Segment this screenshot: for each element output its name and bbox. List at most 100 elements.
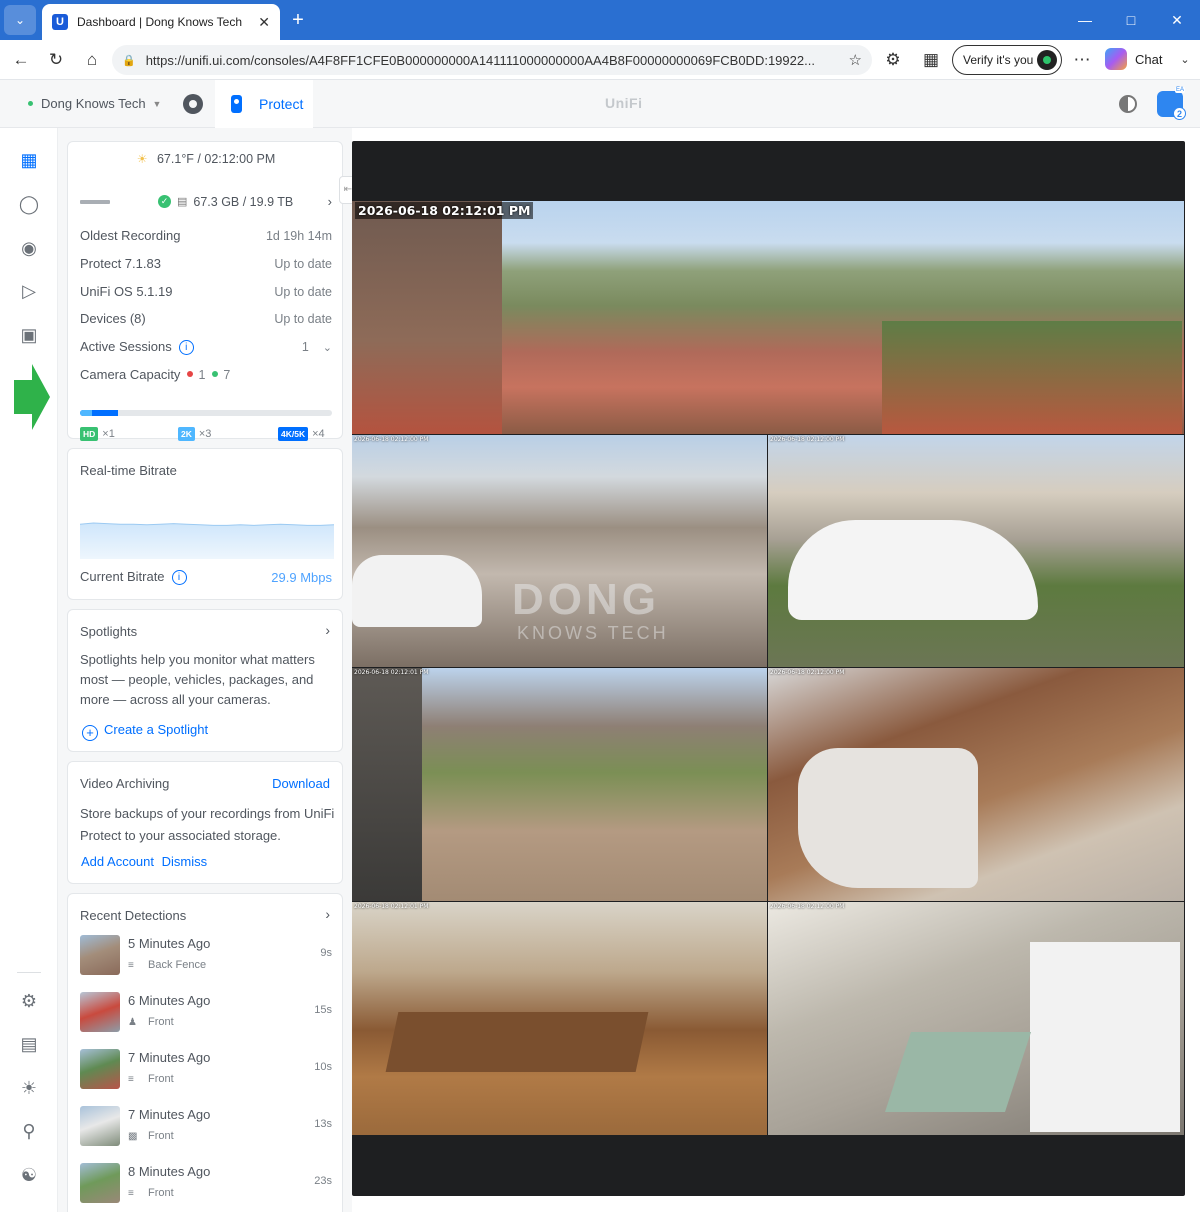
dashboard-icon[interactable]: ▦ — [18, 149, 40, 171]
nav-rail: ▦ ◯ ◉ ▷ ▣ ⚙ ▤ ☀ ⚲ ☯ — [0, 128, 58, 1212]
url-text[interactable]: https://unifi.ui.com/consoles/A4F8FF1CFE… — [146, 53, 849, 68]
chevron-down-icon[interactable]: ⌄ — [1172, 48, 1198, 72]
console-device-icon — [80, 199, 110, 204]
camera-feed-2[interactable]: 2026-06-18 02:12:00 PM DONG KNOWS TECH — [352, 435, 767, 667]
camera-feed-5[interactable]: 2026-06-18 02:12:00 PM — [768, 668, 1184, 901]
detection-camera: Front — [148, 1073, 174, 1085]
integrations-icon[interactable]: ⚲ — [18, 1120, 40, 1142]
bitrate-title: Real-time Bitrate — [80, 463, 177, 478]
camera-capacity-row: Camera Capacity 1 7 — [80, 367, 332, 382]
notification-count: 2 — [1173, 107, 1186, 120]
rail-divider — [17, 972, 41, 973]
screenshot-icon[interactable]: ▦ — [918, 48, 944, 72]
detection-duration: 15s — [314, 1004, 332, 1016]
camera-timestamp: 2026-06-18 02:12:01 PM — [354, 669, 429, 676]
minimize-icon[interactable]: — — [1073, 8, 1097, 32]
active-sessions-row[interactable]: Active Sessions i 1 ⌄ — [80, 339, 332, 356]
person-icon: ♟ — [128, 1017, 137, 1028]
theme-toggle-icon[interactable] — [1119, 95, 1137, 113]
maximize-icon[interactable]: □ — [1119, 8, 1143, 32]
back-icon[interactable]: ← — [8, 48, 34, 72]
create-spotlight-button[interactable]: + Create a Spotlight — [82, 722, 208, 741]
create-spotlight-label: Create a Spotlight — [104, 722, 209, 737]
hd-count: ×1 — [102, 428, 115, 440]
add-account-link[interactable]: Add Account — [81, 854, 154, 869]
detection-duration: 10s — [314, 1061, 332, 1073]
alarm-icon[interactable]: ☀ — [18, 1077, 40, 1099]
resolution-badges: HD ×1 2K ×3 4K/5K ×4 — [80, 427, 332, 443]
detection-thumbnail — [80, 1049, 120, 1089]
current-bitrate-value: 29.9 Mbps — [271, 569, 332, 585]
browser-tab[interactable]: U Dashboard | Dong Knows Tech ✕ — [42, 4, 280, 40]
storage-row[interactable]: ✓ ▤ 67.3 GB / 19.9 TB › — [80, 194, 332, 209]
hd-tag: HD — [80, 427, 99, 441]
verify-identity-button[interactable]: Verify it's you — [952, 45, 1062, 75]
plus-icon: + — [82, 725, 98, 741]
camera-feed-6[interactable]: 2026-06-18 02:12:01 PM — [352, 902, 767, 1135]
active-sessions-count: 1 — [301, 340, 309, 355]
weather-text: 67.1°F / 02:12:00 PM — [156, 152, 276, 166]
archiving-title: Video Archiving — [80, 776, 170, 791]
lock-icon[interactable]: 🔒 — [122, 54, 136, 67]
camera-feed-3[interactable]: 2026-06-18 02:12:00 PM — [768, 435, 1184, 667]
storage-icon[interactable]: ▣ — [18, 324, 40, 346]
reload-icon[interactable]: ↻ — [43, 48, 69, 72]
camera-feed-main[interactable]: 2026-06-18 02:12:01 PM — [352, 201, 1184, 434]
site-selector[interactable]: Dong Knows Tech ▼ — [28, 96, 161, 111]
liveview-grid: 2026-06-18 02:12:01 PM 2026-06-18 02:12:… — [352, 141, 1185, 1196]
chevron-right-icon[interactable]: › — [325, 906, 330, 922]
window-close-icon[interactable]: ✕ — [1165, 8, 1189, 32]
more-options-icon[interactable]: ⋯ — [1069, 48, 1095, 72]
camera-feed-7[interactable]: 2026-06-18 02:12:00 PM — [768, 902, 1184, 1135]
status-row: Protect 7.1.83 Up to date — [80, 256, 332, 271]
info-icon[interactable]: i — [178, 340, 194, 356]
storage-usage: 67.3 GB / 19.9 TB — [193, 194, 294, 209]
tab-actions-icon[interactable]: ⌄ — [4, 5, 36, 35]
settings-icon[interactable]: ⚙ — [18, 990, 40, 1012]
vehicle-icon: ▩ — [128, 1131, 138, 1142]
status-value: 1d 19h 14m — [265, 228, 332, 243]
detection-item[interactable]: 7 Minutes Ago ▩ Front 13s — [80, 1106, 332, 1150]
sun-cloud-icon: ☀ — [136, 152, 148, 166]
notifications-button[interactable]: EA 2 — [1157, 87, 1186, 120]
new-tab-icon[interactable]: + — [287, 6, 309, 34]
chat-label: Chat — [1135, 51, 1163, 67]
home-icon[interactable]: ⌂ — [79, 48, 105, 72]
chevron-down-icon: ⌄ — [322, 342, 332, 355]
favorite-star-icon[interactable]: ☆ — [849, 51, 862, 69]
status-label: Devices (8) — [80, 311, 146, 326]
extensions-icon[interactable]: ⚙ — [880, 48, 906, 72]
tab-close-icon[interactable]: ✕ — [258, 14, 270, 31]
detection-time: 6 Minutes Ago — [128, 993, 211, 1008]
detection-thumbnail — [80, 992, 120, 1032]
info-icon[interactable]: i — [171, 570, 187, 586]
status-value: Up to date — [274, 284, 332, 299]
tab-protect[interactable]: Protect — [215, 80, 313, 128]
camera-timestamp: 2026-06-18 02:12:01 PM — [355, 202, 534, 219]
status-label: Protect 7.1.83 — [80, 256, 161, 271]
copilot-chat-button[interactable]: Chat — [1105, 48, 1162, 70]
weather-time: ☀ 67.1°F / 02:12:00 PM — [68, 152, 344, 166]
download-link[interactable]: Download — [272, 776, 330, 791]
detection-camera: Front — [148, 1016, 174, 1028]
camera-feed-4[interactable]: 2026-06-18 02:12:01 PM — [352, 668, 767, 901]
chevron-right-icon[interactable]: › — [325, 622, 330, 638]
detection-item[interactable]: 7 Minutes Ago ≡ Front 10s — [80, 1049, 332, 1093]
devices-icon[interactable]: ◉ — [18, 237, 40, 259]
dismiss-link[interactable]: Dismiss — [162, 854, 208, 869]
url-bar[interactable]: 🔒 https://unifi.ui.com/consoles/A4F8FF1C… — [112, 45, 872, 75]
alarm-manager-icon[interactable]: ◯ — [18, 193, 40, 215]
detections-title: Recent Detections — [80, 908, 187, 923]
status-value: Up to date — [274, 256, 332, 271]
detection-item[interactable]: 5 Minutes Ago ≡ Back Fence 9s — [80, 935, 332, 979]
bitrate-sparkline — [80, 522, 334, 559]
users-icon[interactable]: ☯ — [18, 1164, 40, 1186]
logs-icon[interactable]: ▤ — [18, 1033, 40, 1055]
app-header: Dong Knows Tech ▼ Protect UniFi EA 2 — [0, 80, 1200, 128]
online-dot-icon — [212, 371, 219, 377]
playback-icon[interactable]: ▷ — [18, 280, 40, 302]
tab-title: Dashboard | Dong Knows Tech — [77, 15, 242, 29]
detection-item[interactable]: 8 Minutes Ago ≡ Front 23s — [80, 1163, 332, 1207]
console-icon[interactable] — [183, 94, 203, 114]
detection-item[interactable]: 6 Minutes Ago ♟ Front 15s — [80, 992, 332, 1036]
